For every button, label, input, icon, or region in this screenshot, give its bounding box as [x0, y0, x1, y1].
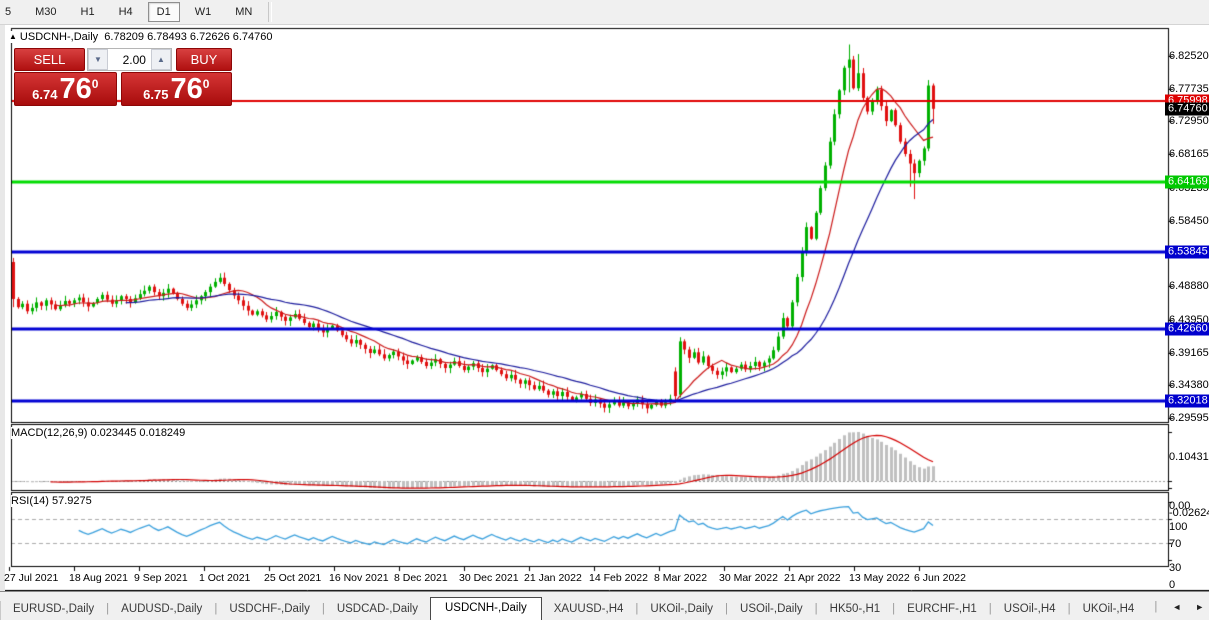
macd-axis-tick: -0.026249 [1169, 507, 1209, 519]
rsi-axis-tick: 100 [1169, 521, 1188, 533]
price-badge: 6.74760 [1165, 102, 1209, 116]
price-axis-tick: 6.48880 [1169, 280, 1209, 293]
sell-price-display[interactable]: 6.74 76 0 [14, 72, 117, 106]
sell-button[interactable]: SELL [14, 48, 85, 71]
timeframe-button-h4[interactable]: H4 [110, 2, 142, 22]
price-axis-tick: 6.58450 [1169, 214, 1209, 227]
volume-decrement-icon[interactable]: ▼ [87, 49, 108, 70]
symbol-name: USDCNH-,Daily [19, 31, 99, 43]
rsi-axis-tick: 30 [1169, 562, 1182, 574]
macd-indicator-label: MACD(12,26,9) 0.023445 0.018249 [11, 427, 186, 439]
timeframe-button-d1[interactable]: D1 [147, 2, 180, 22]
price-badge: 6.53845 [1165, 245, 1209, 259]
tab-scroll-right-icon[interactable]: ► [1188, 602, 1209, 612]
date-axis-label: 1 Oct 2021 [199, 572, 251, 584]
price-badge: 6.64169 [1165, 175, 1209, 189]
date-axis-label: 8 Mar 2022 [654, 572, 708, 584]
tab-scroll-divider: | [1154, 600, 1158, 613]
tab-item-eurusd-daily[interactable]: EURUSD-,Daily [1, 599, 106, 620]
price-badge: 6.32018 [1165, 394, 1209, 408]
tab-item-usdchf-daily[interactable]: USDCHF-,Daily [217, 599, 322, 620]
tab-item-usdcnh-daily[interactable]: USDCNH-,Daily [429, 597, 542, 620]
buy-price-display[interactable]: 6.75 76 0 [120, 72, 232, 106]
date-axis-label: 8 Dec 2021 [394, 572, 448, 584]
buy-price-pips: 76 [170, 73, 203, 105]
rsi-axis-tick: 70 [1169, 538, 1182, 550]
date-axis-label: 25 Oct 2021 [264, 572, 322, 584]
sell-price-pips: 76 [59, 73, 92, 105]
volume-increment-icon[interactable]: ▲ [150, 49, 171, 70]
sell-price-point: 0 [91, 77, 99, 91]
rsi-axis-tick: 0 [1169, 579, 1176, 591]
macd-axis-tick: 0.104313 [1169, 451, 1209, 463]
timeframe-button-w1[interactable]: W1 [186, 2, 221, 22]
collapse-triangle-icon[interactable]: ▲ [9, 32, 17, 41]
price-badge: 6.42660 [1165, 322, 1209, 336]
tab-item-ukoil-daily[interactable]: UKOil-,Daily [638, 599, 725, 620]
date-axis-label: 21 Jan 2022 [524, 572, 582, 584]
buy-button[interactable]: BUY [175, 48, 232, 71]
tab-list: EURUSD-,Daily | AUDUSD-,Daily | USDCHF-,Dail… [1, 597, 1146, 620]
tab-item-hk50-h1[interactable]: HK50-,H1 [818, 599, 893, 620]
one-click-trading-panel: SELL ▼ 2.00 ▲ BUY 6.74 76 0 6.75 76 0 [14, 48, 232, 106]
trading-app-window: 5 M30 H1 H4 D1 W1 MN ▲ USDCNH-,Daily 6.78209 6.… [0, 0, 1209, 620]
timeframe-button-5[interactable]: 5 [0, 2, 20, 22]
date-axis-label: 6 Jun 2022 [914, 572, 966, 584]
timeframe-button-h1[interactable]: H1 [72, 2, 104, 22]
symbol-ohlc-values: 6.78209 6.78493 6.72626 6.74760 [104, 31, 273, 43]
date-axis-label: 9 Sep 2021 [134, 572, 188, 584]
toolbar-divider [268, 2, 273, 22]
date-axis-label: 30 Mar 2022 [719, 572, 778, 584]
date-axis-label: 16 Nov 2021 [329, 572, 389, 584]
sell-price-main: 6.74 [32, 87, 58, 102]
price-axis-tick: 6.29595 [1169, 412, 1209, 424]
price-axis-tick: 6.34380 [1169, 379, 1209, 392]
date-axis-label: 14 Feb 2022 [589, 572, 648, 584]
tab-item-usoil-daily[interactable]: USOil-,Daily [728, 599, 815, 620]
tab-item-audusd-daily[interactable]: AUDUSD-,Daily [109, 599, 214, 620]
tab-item-xauusd-h4[interactable]: XAUUSD-,H4 [542, 599, 636, 620]
chart-canvas[interactable] [5, 25, 1209, 591]
tab-scroll-left-icon[interactable]: ◄ [1165, 602, 1188, 612]
volume-field[interactable]: 2.00 [108, 49, 151, 70]
timeframe-button-mn[interactable]: MN [226, 2, 261, 22]
rsi-indicator-label: RSI(14) 57.9275 [11, 495, 92, 507]
date-axis-label: 30 Dec 2021 [459, 572, 519, 584]
tab-scroll-controls: | ◄ ► [1146, 592, 1209, 620]
price-axis-tick: 6.82520 [1169, 50, 1209, 62]
date-axis-label: 27 Jul 2021 [4, 572, 59, 584]
timeframe-toolbar: 5 M30 H1 H4 D1 W1 MN [0, 0, 1209, 25]
chart-symbol-header: ▲ USDCNH-,Daily 6.78209 6.78493 6.72626 6… [9, 31, 277, 43]
tab-item-usoil-h4[interactable]: USOil-,H4 [992, 599, 1068, 620]
tab-item-ukoil-h4[interactable]: UKOil-,H4 [1071, 599, 1147, 620]
date-axis-label: 13 May 2022 [849, 572, 910, 584]
buy-price-main: 6.75 [143, 87, 169, 102]
tab-item-usdcad-daily[interactable]: USDCAD-,Daily [325, 599, 430, 620]
date-axis-label: 21 Apr 2022 [784, 572, 841, 584]
price-axis-tick: 6.68165 [1169, 148, 1209, 161]
price-axis-tick: 6.72950 [1169, 115, 1209, 128]
timeframe-button-m30[interactable]: M30 [26, 2, 65, 22]
price-axis-tick: 6.39165 [1169, 346, 1209, 359]
chart-tab-bar: EURUSD-,Daily | AUDUSD-,Daily | USDCHF-,Dail… [0, 591, 1209, 620]
price-axis-tick: 6.77735 [1169, 82, 1209, 95]
tab-item-eurchf-h1[interactable]: EURCHF-,H1 [895, 599, 989, 620]
volume-stepper: ▼ 2.00 ▲ [86, 48, 172, 71]
buy-price-point: 0 [202, 77, 210, 91]
date-axis-label: 18 Aug 2021 [69, 572, 128, 584]
chart-window [0, 25, 1209, 591]
